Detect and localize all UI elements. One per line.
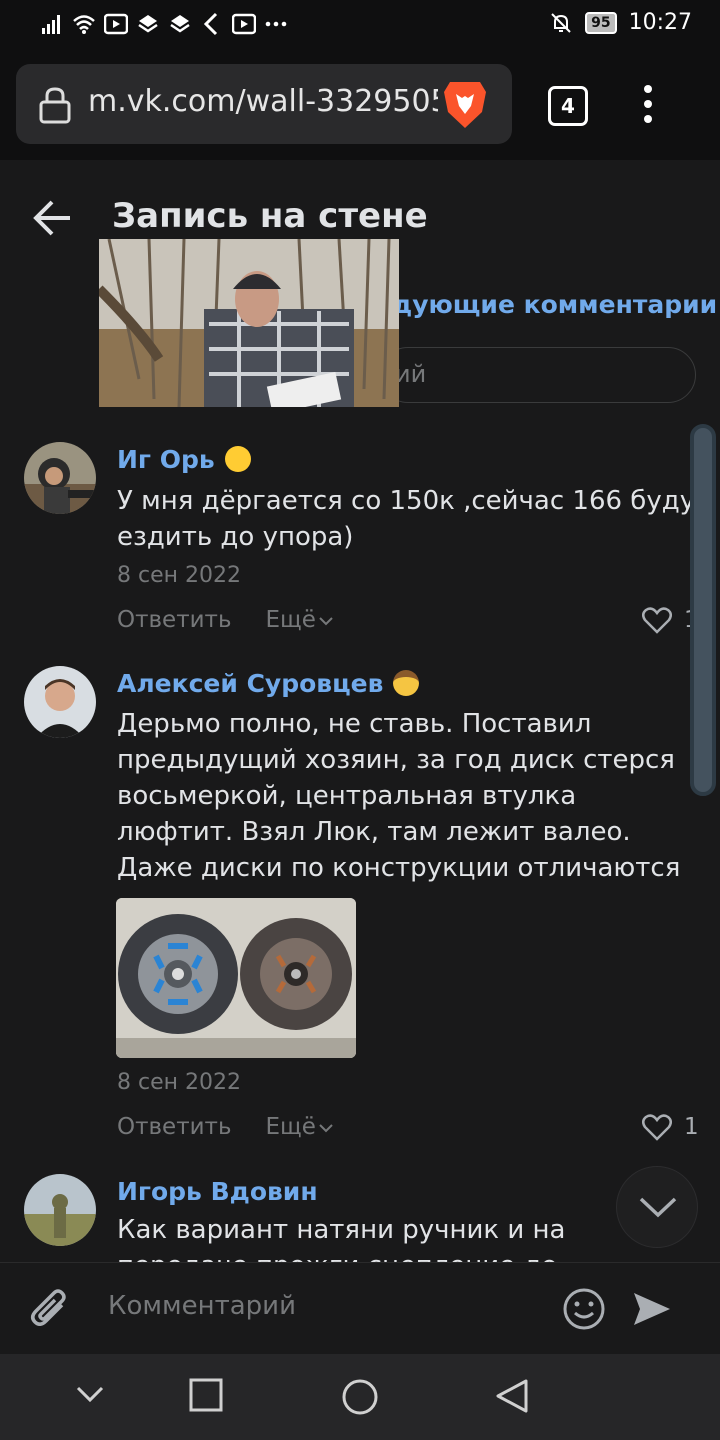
send-icon[interactable]	[632, 1289, 672, 1329]
comment-text: Как вариант натяни ручник и на передаче …	[117, 1215, 566, 1262]
nav-recents-icon[interactable]	[189, 1378, 223, 1412]
paperclip-icon[interactable]	[28, 1287, 72, 1333]
emoji-smile-icon[interactable]	[562, 1287, 606, 1331]
comment-composer: Комментарий	[0, 1262, 720, 1354]
system-navigation-bar	[0, 1354, 720, 1440]
comment-item: Игорь Вдовин Как вариант натяни ручник и…	[0, 0, 690, 1262]
nav-hide-keyboard-icon[interactable]	[74, 1378, 106, 1410]
scrollbar-thumb[interactable]	[690, 424, 716, 796]
avatar[interactable]	[24, 1174, 96, 1246]
scroll-down-button[interactable]	[616, 1166, 698, 1248]
comment-author[interactable]: Игорь Вдовин	[117, 1177, 318, 1206]
nav-back-icon[interactable]	[494, 1378, 530, 1414]
comment-input[interactable]: Комментарий	[108, 1291, 296, 1321]
nav-home-icon[interactable]	[341, 1378, 379, 1416]
chevron-down-icon	[639, 1197, 677, 1218]
